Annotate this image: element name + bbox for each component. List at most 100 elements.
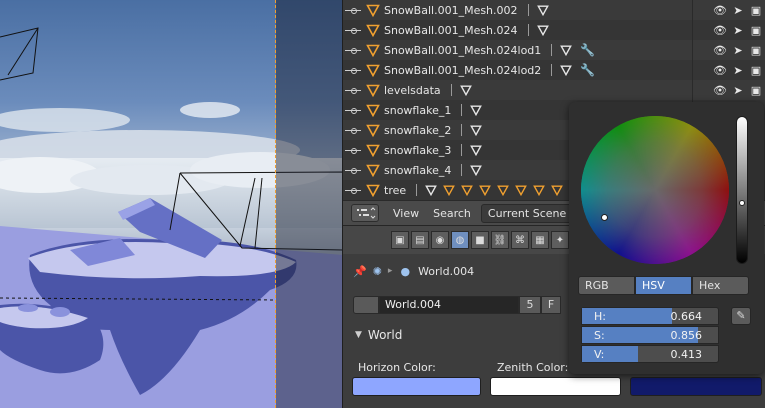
wheel-value-shade xyxy=(581,116,729,264)
mode-hsv[interactable]: HSV xyxy=(635,276,692,295)
mesh-data-icon[interactable] xyxy=(536,24,549,37)
render-camera-icon[interactable]: ▣ xyxy=(747,4,765,17)
scene-icon: ✺ xyxy=(372,264,382,278)
expand-toggle-icon[interactable] xyxy=(345,65,361,75)
world-name-field[interactable]: World.004 xyxy=(379,296,519,314)
mesh-data-icon[interactable] xyxy=(479,184,492,197)
selectable-cursor-icon[interactable]: ➤ xyxy=(729,64,747,77)
mesh-data-icon[interactable] xyxy=(515,184,528,197)
pin-icon[interactable]: 📌 xyxy=(353,265,367,278)
render-camera-icon[interactable]: ▣ xyxy=(747,64,765,77)
mesh-data-icon[interactable] xyxy=(533,184,546,197)
mesh-object-icon xyxy=(366,183,380,198)
visibility-eye-icon[interactable]: 👁 xyxy=(711,4,729,17)
outliner-row[interactable]: SnowBall.001_Mesh.024lod1 🔧 👁 ➤ ▣ xyxy=(343,40,765,60)
selectable-cursor-icon[interactable]: ➤ xyxy=(729,44,747,57)
render-tab-icon[interactable]: ▣ xyxy=(391,231,409,249)
expand-toggle-icon[interactable] xyxy=(345,5,361,15)
wheel-cursor[interactable] xyxy=(601,213,609,221)
object-tab-icon[interactable]: ■ xyxy=(471,231,489,249)
mesh-data-icon[interactable] xyxy=(459,84,472,97)
value-slider-knob[interactable] xyxy=(739,199,745,206)
object-name[interactable]: snowflake_1 xyxy=(384,104,451,117)
outliner-row[interactable]: levelsdata 👁 ➤ ▣ xyxy=(343,80,765,100)
browse-world-button[interactable] xyxy=(353,296,379,314)
particles-tab-icon[interactable]: ✦ xyxy=(551,231,569,249)
fake-user-button[interactable]: F xyxy=(541,296,561,314)
mesh-data-icon[interactable] xyxy=(470,164,483,177)
render-camera-icon[interactable]: ▣ xyxy=(747,44,765,57)
mesh-data-icon[interactable] xyxy=(470,144,483,157)
expand-toggle-icon[interactable] xyxy=(345,165,361,175)
constraints-tab-icon[interactable]: ⛓ xyxy=(491,231,509,249)
object-name[interactable]: tree xyxy=(384,184,406,197)
value-field[interactable]: V: 0.413 xyxy=(581,345,719,363)
modifier-wrench-icon[interactable]: 🔧 xyxy=(580,43,595,57)
value-slider[interactable] xyxy=(736,116,748,264)
hue-field[interactable]: H: 0.664 xyxy=(581,307,719,325)
selectable-cursor-icon[interactable]: ➤ xyxy=(729,4,747,17)
object-name[interactable]: levelsdata xyxy=(384,84,441,97)
object-name[interactable]: SnowBall.001_Mesh.024lod1 xyxy=(384,44,541,57)
expand-toggle-icon[interactable] xyxy=(345,125,361,135)
eyedropper-button[interactable]: ✎ xyxy=(731,307,751,325)
expand-toggle-icon[interactable] xyxy=(345,185,361,195)
mode-rgb[interactable]: RGB xyxy=(578,276,635,295)
mesh-data-icon[interactable] xyxy=(470,104,483,117)
mesh-data-icon[interactable] xyxy=(497,184,510,197)
outliner-row[interactable]: SnowBall.001_Mesh.024 👁 ➤ ▣ xyxy=(343,20,765,40)
expand-toggle-icon[interactable] xyxy=(345,25,361,35)
expand-toggle-icon[interactable] xyxy=(345,105,361,115)
row-separator xyxy=(416,184,418,196)
panel-collapse-icon[interactable]: ▼ xyxy=(355,330,362,340)
horizon-color-swatch[interactable] xyxy=(352,377,481,396)
mesh-data-icon[interactable] xyxy=(551,184,564,197)
scene-tab-icon[interactable]: ◉ xyxy=(431,231,449,249)
ambient-color-swatch[interactable] xyxy=(630,377,762,396)
outliner-row[interactable]: SnowBall.001_Mesh.024lod2 🔧 👁 ➤ ▣ xyxy=(343,60,765,80)
zenith-color-swatch[interactable] xyxy=(490,377,621,396)
expand-toggle-icon[interactable] xyxy=(345,85,361,95)
mode-hex[interactable]: Hex xyxy=(692,276,749,295)
world-tab-icon[interactable]: ◍ xyxy=(451,231,469,249)
object-name[interactable]: snowflake_3 xyxy=(384,144,451,157)
mesh-data-icon[interactable] xyxy=(470,124,483,137)
texture-tab-icon[interactable]: ▦ xyxy=(531,231,549,249)
render-camera-icon[interactable]: ▣ xyxy=(747,84,765,97)
display-mode-dropdown[interactable]: Current Scene xyxy=(480,203,574,223)
view-menu[interactable]: View xyxy=(393,207,419,220)
selectable-cursor-icon[interactable]: ➤ xyxy=(729,84,747,97)
render-camera-icon[interactable]: ▣ xyxy=(747,24,765,37)
mesh-data-icon[interactable] xyxy=(560,64,573,77)
render-layers-tab-icon[interactable]: ▤ xyxy=(411,231,429,249)
3d-viewport[interactable] xyxy=(0,0,343,408)
modifiers-tab-icon[interactable]: ⌘ xyxy=(511,231,529,249)
mesh-data-icon[interactable] xyxy=(536,4,549,17)
expand-toggle-icon[interactable] xyxy=(345,45,361,55)
expand-toggle-icon[interactable] xyxy=(345,145,361,155)
object-name[interactable]: snowflake_4 xyxy=(384,164,451,177)
mesh-data-icon[interactable] xyxy=(560,44,573,57)
world-datablock: World.004 5 F xyxy=(353,295,561,315)
object-name[interactable]: SnowBall.001_Mesh.002 xyxy=(384,4,518,17)
visibility-eye-icon[interactable]: 👁 xyxy=(711,64,729,77)
visibility-eye-icon[interactable]: 👁 xyxy=(711,84,729,97)
editor-type-button[interactable] xyxy=(351,204,379,222)
mesh-data-icon[interactable] xyxy=(461,184,474,197)
mesh-data-icon[interactable] xyxy=(425,184,438,197)
value-value: 0.413 xyxy=(670,348,703,361)
outliner-row[interactable]: SnowBall.001_Mesh.002 👁 ➤ ▣ xyxy=(343,0,765,20)
modifier-wrench-icon[interactable]: 🔧 xyxy=(580,63,595,77)
selectable-cursor-icon[interactable]: ➤ xyxy=(729,24,747,37)
saturation-field[interactable]: S: 0.856 xyxy=(581,326,719,344)
object-name[interactable]: snowflake_2 xyxy=(384,124,451,137)
object-name[interactable]: SnowBall.001_Mesh.024 xyxy=(384,24,518,37)
visibility-eye-icon[interactable]: 👁 xyxy=(711,44,729,57)
world-users-count[interactable]: 5 xyxy=(519,296,541,314)
row-separator xyxy=(450,84,452,96)
mesh-data-icon[interactable] xyxy=(443,184,456,197)
visibility-eye-icon[interactable]: 👁 xyxy=(711,24,729,37)
color-picker-popup: RGB HSV Hex H: 0.664 S: 0.856 V: 0.413 ✎ xyxy=(569,102,764,374)
search-menu[interactable]: Search xyxy=(433,207,471,220)
object-name[interactable]: SnowBall.001_Mesh.024lod2 xyxy=(384,64,541,77)
